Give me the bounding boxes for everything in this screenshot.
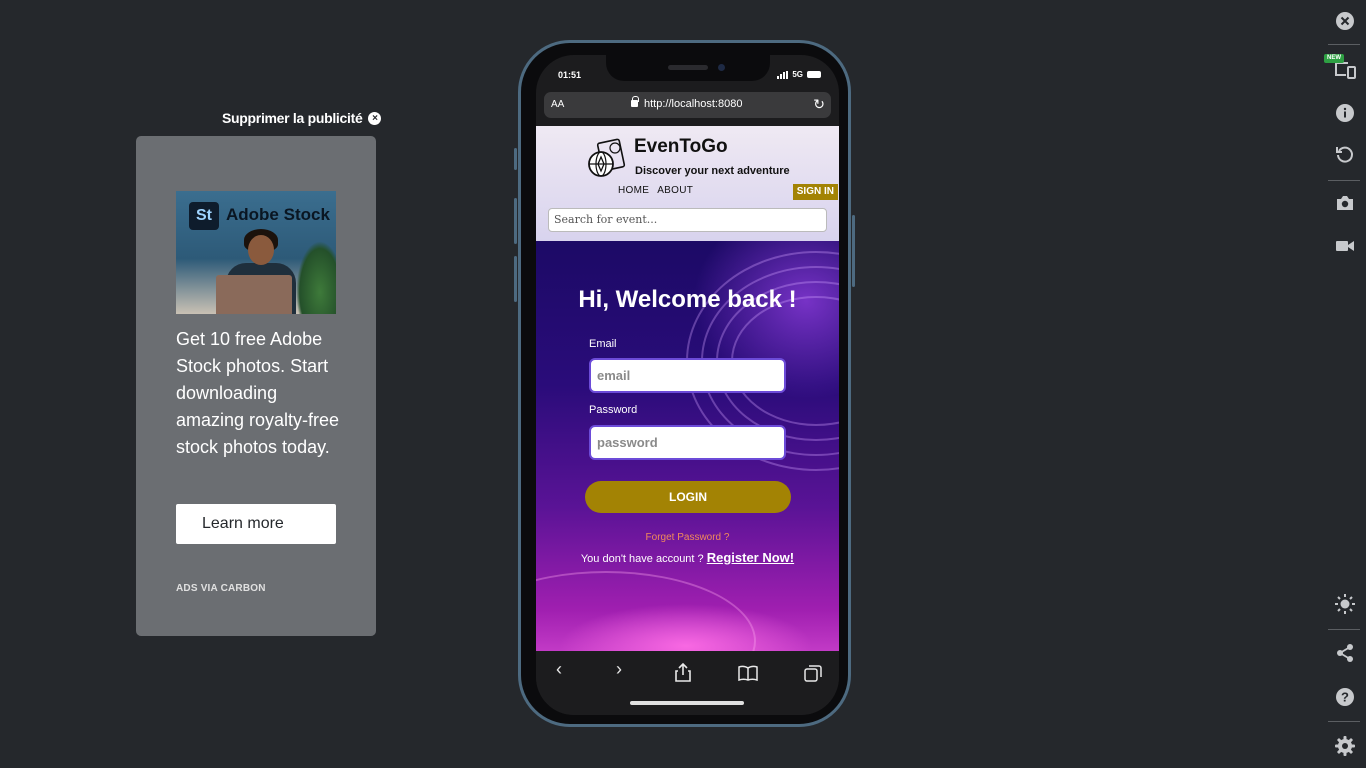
browser-address-bar[interactable]: AA http://localhost:8080 ↻ [544,92,831,118]
info-icon[interactable] [1334,103,1356,125]
rail-divider [1328,629,1360,630]
text-size-button[interactable]: AA [551,99,564,110]
password-label: Password [589,404,638,416]
email-field[interactable]: email [589,358,786,393]
lock-icon [631,96,639,107]
no-account-text: You don't have account ? [580,553,704,565]
home-indicator[interactable] [630,701,744,705]
passport-globe-logo-icon [588,138,626,177]
phone-volume-down-button [514,256,517,302]
brand-name[interactable]: EvenToGo [634,136,728,158]
new-badge: NEW [1324,54,1344,63]
rotate-icon[interactable] [1334,144,1356,166]
rail-divider [1328,721,1360,722]
forward-icon[interactable]: › [616,659,622,680]
front-camera-graphic [718,64,725,71]
share-sheet-icon[interactable] [674,662,692,682]
browser-toolbar: ‹ › [536,651,839,715]
help-icon[interactable]: ? [1334,687,1356,709]
battery-icon [807,71,821,78]
laptop-graphic [216,275,292,314]
phone-frame: 01:51 5G AA http://localhost:8080 ↻ Even… [518,40,851,727]
phone-notch [606,55,770,81]
brightness-icon[interactable] [1334,594,1356,616]
event-search-input[interactable]: Search for event... [548,208,827,232]
decorative-arc [536,571,756,651]
brand-tagline: Discover your next adventure [635,165,790,177]
reload-icon[interactable]: ↻ [813,96,825,113]
login-button[interactable]: LOGIN [585,481,791,513]
plant-graphic [296,241,336,314]
person-head-graphic [248,235,274,265]
network-label: 5G [792,70,803,79]
site-header: EvenToGo Discover your next adventure HO… [536,126,839,241]
speaker-graphic [668,65,708,70]
share-icon[interactable] [1334,643,1356,665]
ad-card[interactable]: St Adobe Stock Get 10 free Adobe Stock p… [136,136,376,636]
register-link[interactable]: Register Now! [707,550,794,565]
email-label: Email [589,338,617,350]
nav-about[interactable]: ABOUT [657,185,693,196]
ad-body-text: Get 10 free Adobe Stock photos. Start do… [176,329,340,457]
tabs-icon[interactable] [804,665,822,682]
camera-icon[interactable] [1334,194,1356,216]
svg-text:?: ? [1341,690,1349,705]
video-icon[interactable] [1334,237,1356,259]
sign-in-button[interactable]: SIGN IN [792,184,838,200]
rail-divider [1328,180,1360,181]
phone-power-button [852,215,855,287]
status-time: 01:51 [558,70,582,80]
ad-brand-text: Adobe Stock [226,205,330,224]
close-icon[interactable] [1334,11,1356,33]
address-text[interactable]: http://localhost:8080 [644,98,742,110]
back-icon[interactable]: ‹ [556,659,562,680]
register-prompt: You don't have account ? Register Now! [536,550,839,565]
forgot-password-link[interactable]: Forget Password ? [536,532,839,543]
ad-image[interactable]: St Adobe Stock [176,191,336,314]
remove-ad-link[interactable]: Supprimer la publicité × [222,110,382,126]
web-viewport: EvenToGo Discover your next adventure HO… [536,126,839,651]
nav-home[interactable]: HOME [618,185,649,196]
site-nav: HOME ABOUT [618,185,693,196]
signal-icon [777,70,789,79]
login-hero: Hi, Welcome back ! Email email Password … [536,241,839,651]
adobe-stock-logo-icon: St [189,202,219,230]
rail-divider [1328,44,1360,45]
phone-mute-button [514,148,517,170]
learn-more-button[interactable]: Learn more [176,504,336,544]
settings-icon[interactable] [1334,736,1356,758]
welcome-heading: Hi, Welcome back ! [578,286,797,313]
ads-via-carbon-link[interactable]: ADS VIA CARBON [176,583,266,594]
phone-screen: 01:51 5G AA http://localhost:8080 ↻ Even… [536,55,839,715]
close-circle-icon[interactable]: × [368,111,382,125]
password-field[interactable]: password [589,425,786,460]
bookmarks-icon[interactable] [738,665,758,681]
status-indicators: 5G [777,70,821,79]
remove-ad-label: Supprimer la publicité [222,110,363,126]
phone-volume-up-button [514,198,517,244]
